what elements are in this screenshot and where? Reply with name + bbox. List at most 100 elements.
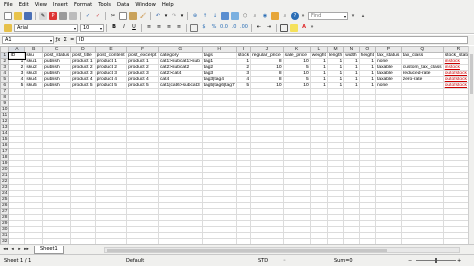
cell-q3[interactable]: custom_tax_class xyxy=(400,64,444,71)
vertical-scroll-thumb[interactable] xyxy=(470,54,473,94)
find-previous-icon[interactable]: ▴ xyxy=(359,12,367,20)
cell-m1[interactable]: length xyxy=(326,52,345,59)
menu-item-view[interactable]: View xyxy=(35,2,47,8)
previous-sheet-icon[interactable]: ◂ xyxy=(9,247,16,252)
align-left-icon[interactable]: ≡ xyxy=(145,24,153,32)
justify-icon[interactable]: ≡ xyxy=(175,24,183,32)
background-color-icon[interactable] xyxy=(290,23,298,32)
hyperlink-icon[interactable]: ⊕ xyxy=(191,12,199,20)
toolbar-more-icon[interactable]: » xyxy=(301,12,305,20)
font-name-select[interactable]: Arial ▾ xyxy=(14,23,78,32)
find-next-icon[interactable]: ▾ xyxy=(349,12,357,20)
font-color-icon[interactable]: A xyxy=(300,24,308,32)
tab-sheet1[interactable]: Sheet1 xyxy=(34,245,64,254)
navigator-icon[interactable]: ◉ xyxy=(261,12,269,20)
open-folder-icon[interactable] xyxy=(14,12,22,20)
function-wizard-icon[interactable]: ƒx xyxy=(56,37,61,43)
sort-descending-icon[interactable]: ↓ xyxy=(211,12,219,20)
redo-dropdown-icon[interactable]: ▾ xyxy=(180,12,184,20)
delete-decimal-icon[interactable]: .00 xyxy=(240,24,248,32)
equals-icon[interactable]: = xyxy=(70,37,74,43)
cut-icon[interactable]: ✂ xyxy=(109,12,117,20)
menu-item-help[interactable]: Help xyxy=(162,2,174,8)
selection-mode[interactable]: STD xyxy=(258,258,268,264)
print-preview-icon[interactable] xyxy=(69,12,77,20)
cell-o1[interactable]: height xyxy=(358,52,377,59)
cell-l1[interactable]: weight xyxy=(309,52,328,59)
cell-d2[interactable]: product 1 xyxy=(70,58,96,65)
zoom-slider-knob[interactable] xyxy=(435,258,437,263)
copy-icon[interactable] xyxy=(119,12,127,20)
zoom-icon[interactable]: ⌕ xyxy=(281,12,289,20)
chevron-down-icon[interactable]: ▾ xyxy=(344,14,346,19)
chevron-down-icon[interactable]: ▾ xyxy=(100,26,102,31)
horizontal-scrollbar[interactable] xyxy=(104,247,460,253)
undo-dropdown-icon[interactable]: ▾ xyxy=(164,12,168,20)
clone-format-icon[interactable]: 🖌 xyxy=(139,12,147,20)
font-size-select[interactable]: 10 ▾ xyxy=(80,23,104,32)
menu-item-window[interactable]: Window xyxy=(135,2,155,8)
last-sheet-icon[interactable]: ▸▸ xyxy=(23,247,30,252)
formula-input[interactable]: ID xyxy=(76,36,468,44)
align-right-icon[interactable]: ≡ xyxy=(165,24,173,32)
help-icon[interactable]: ? xyxy=(291,12,299,20)
print-icon[interactable] xyxy=(59,12,67,20)
vertical-scrollbar[interactable] xyxy=(468,46,474,244)
sort-ascending-icon[interactable]: ↑ xyxy=(201,12,209,20)
zoom-slider[interactable] xyxy=(416,258,456,263)
menu-item-file[interactable]: File xyxy=(4,2,13,8)
paste-icon[interactable] xyxy=(129,12,137,20)
spellcheck-icon[interactable]: ✓ xyxy=(84,12,92,20)
cell-k1[interactable]: sale_price xyxy=(282,52,311,59)
sum-icon[interactable]: Σ xyxy=(64,37,67,43)
spreadsheet-grid[interactable]: ABCDEFGHIJKLMNOPQR 1 ID sku post_status post… xyxy=(0,46,474,244)
cell-g2[interactable]: cat1>subcat1>sub xyxy=(157,58,203,65)
autospell-icon[interactable]: ✓ xyxy=(94,12,102,20)
next-sheet-icon[interactable]: ▸ xyxy=(16,247,23,252)
cell-c1[interactable]: post_status xyxy=(42,52,72,59)
menu-item-insert[interactable]: Insert xyxy=(53,2,68,8)
cell-i1[interactable]: stock xyxy=(235,52,252,59)
menu-item-format[interactable]: Format xyxy=(74,2,92,8)
sheet-table[interactable]: ABCDEFGHIJKLMNOPQR 1 ID sku post_status post… xyxy=(0,46,474,244)
increase-indent-icon[interactable]: ⇥ xyxy=(265,24,273,32)
zoom-in-icon[interactable]: + xyxy=(457,258,461,264)
currency-icon[interactable]: $ xyxy=(200,24,208,32)
draw-functions-icon[interactable]: ⬡ xyxy=(241,12,249,20)
pivot-table-icon[interactable] xyxy=(231,12,239,20)
save-icon[interactable] xyxy=(24,12,32,20)
cell-d1[interactable]: post_title xyxy=(70,52,96,59)
first-sheet-icon[interactable]: ◂◂ xyxy=(2,247,9,252)
bold-button[interactable]: B xyxy=(110,24,118,32)
toolbar-more-icon[interactable]: » xyxy=(310,24,314,32)
chevron-down-icon[interactable]: ▾ xyxy=(50,38,52,43)
cell-e1[interactable]: post_content xyxy=(94,52,128,59)
find-replace-icon[interactable]: ⌕ xyxy=(251,12,259,20)
edit-file-icon[interactable]: ✎ xyxy=(39,12,47,20)
cell-h6[interactable]: tag5|tag6|tag7 xyxy=(201,82,237,89)
cell-d5[interactable]: product 4 xyxy=(70,76,96,83)
cell-p1[interactable]: tax_status xyxy=(375,52,402,59)
find-input[interactable]: Find ▾ xyxy=(308,12,348,20)
horizontal-scroll-thumb[interactable] xyxy=(107,249,387,252)
borders-icon[interactable] xyxy=(280,23,288,32)
new-document-icon[interactable] xyxy=(4,12,12,20)
redo-icon[interactable]: ↷ xyxy=(170,12,178,20)
cell-n1[interactable]: width xyxy=(343,52,360,59)
underline-button[interactable]: U xyxy=(130,24,138,32)
cell-d3[interactable]: product 2 xyxy=(70,64,96,71)
align-center-icon[interactable]: ≡ xyxy=(155,24,163,32)
name-box[interactable]: A1 ▾ xyxy=(2,36,54,44)
chevron-down-icon[interactable]: ▾ xyxy=(74,26,76,31)
zoom-out-icon[interactable]: − xyxy=(408,258,412,264)
number-format-icon[interactable]: 0.0 xyxy=(220,24,228,32)
cell-d4[interactable]: product 3 xyxy=(70,70,96,77)
italic-button[interactable]: I xyxy=(120,24,128,32)
menu-item-tools[interactable]: Tools xyxy=(98,2,111,8)
cell-g6[interactable]: cat1|cat6>subcat3 xyxy=(157,82,203,89)
merge-cells-icon[interactable] xyxy=(190,23,198,32)
menu-item-data[interactable]: Data xyxy=(117,2,129,8)
decrease-indent-icon[interactable]: ⇤ xyxy=(255,24,263,32)
undo-icon[interactable]: ↶ xyxy=(154,12,162,20)
add-decimal-icon[interactable]: .0 xyxy=(230,24,238,32)
